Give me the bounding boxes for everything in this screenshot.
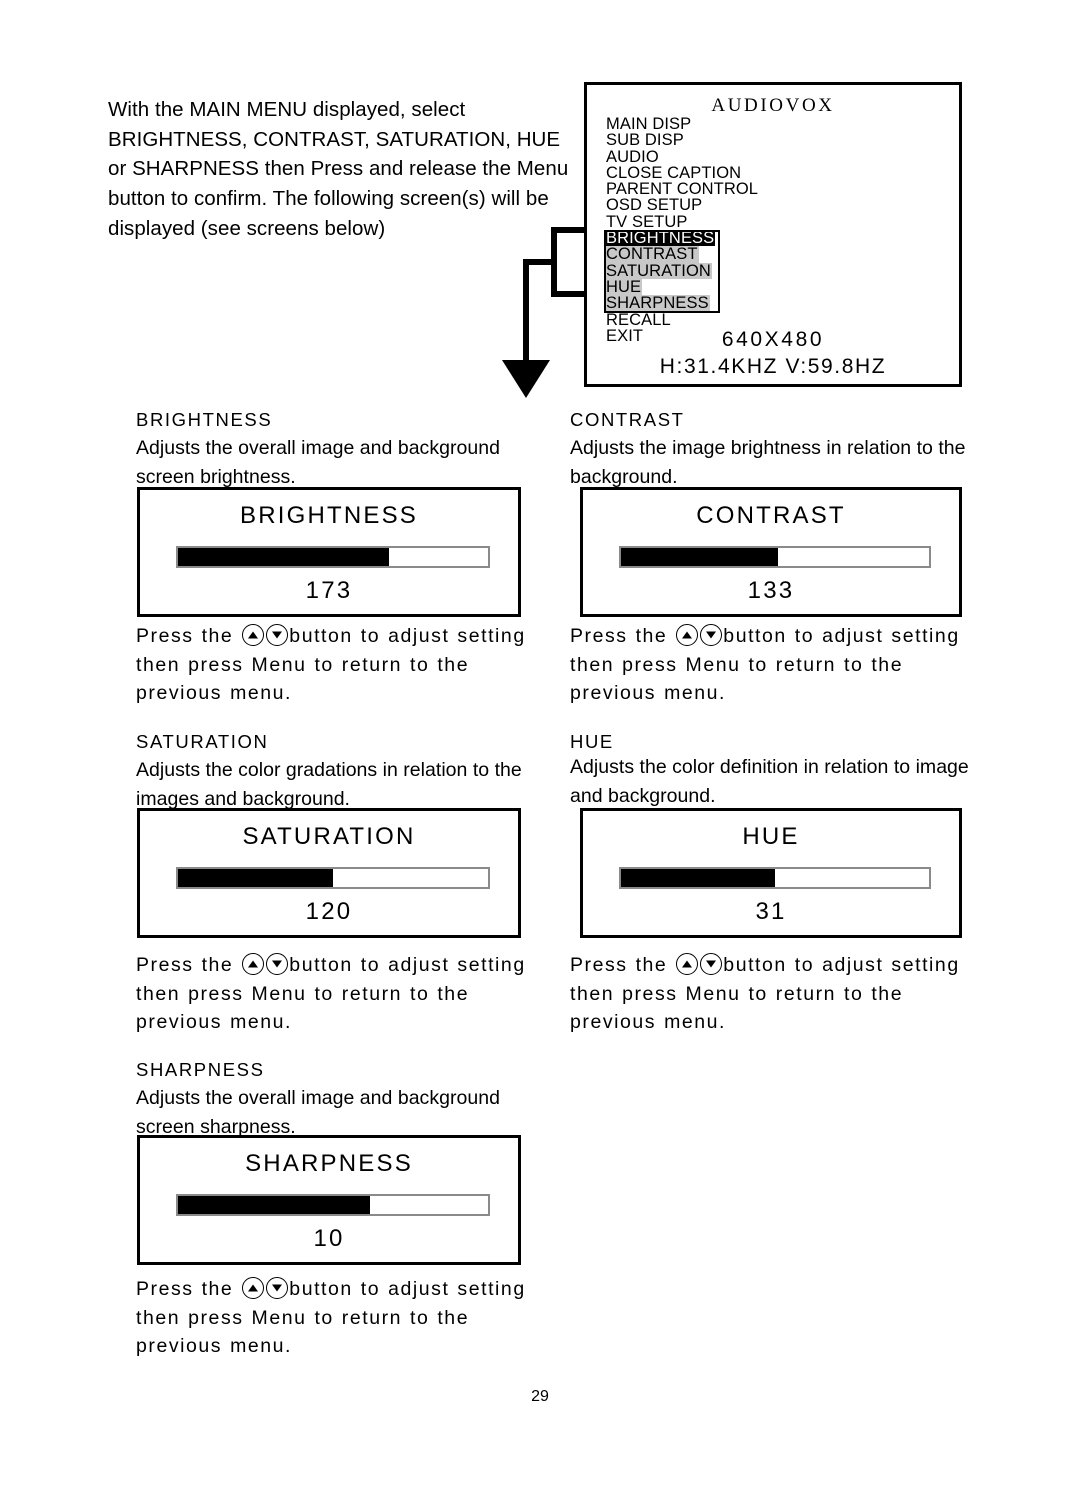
instruction-text-contrast: Press the button to adjust setting then …: [570, 622, 975, 708]
osd-menu-item-osd-setup[interactable]: OSD SETUP: [605, 197, 703, 214]
up-arrow-button-icon[interactable]: [242, 953, 265, 975]
osd-menu-item-audio[interactable]: AUDIO: [605, 148, 660, 165]
value-panel-title-hue: HUE: [742, 823, 800, 850]
osd-resolution-label: 640X480: [721, 328, 825, 351]
section-heading-saturation: SATURATION: [136, 731, 269, 752]
section-heading-brightness: BRIGHTNESS: [136, 409, 273, 430]
osd-menu-item-contrast[interactable]: CONTRAST: [605, 246, 699, 263]
value-panel-contrast: CONTRAST 133: [580, 487, 962, 617]
value-panel-title-sharpness: SHARPNESS: [245, 1150, 413, 1177]
instruction-pre-hue: Press the: [570, 954, 668, 976]
osd-brand-label: AUDIOVOX: [711, 95, 835, 116]
value-bar-fill-sharpness: [177, 1196, 370, 1214]
osd-menu-item-parent-control[interactable]: PARENT CONTROL: [605, 181, 759, 198]
down-arrow-button-icon[interactable]: [700, 624, 723, 646]
osd-frequency-label: H:31.4KHZ V:59.8HZ: [659, 355, 887, 378]
section-description-contrast: Adjusts the image brightness in relation…: [570, 437, 966, 488]
value-bar-track-sharpness[interactable]: [175, 1194, 490, 1216]
value-panel-title-brightness: BRIGHTNESS: [239, 502, 419, 529]
instruction-text-hue: Press the button to adjust setting then …: [570, 951, 975, 1037]
down-arrow-button-icon[interactable]: [266, 624, 289, 646]
down-arrow-button-icon[interactable]: [700, 953, 723, 975]
osd-menu-item-close-caption[interactable]: CLOSE CAPTION: [605, 164, 742, 181]
instruction-pre-sharpness: Press the: [136, 1278, 234, 1300]
instruction-text-saturation: Press the button to adjust setting then …: [136, 951, 546, 1037]
section-description-sharpness: Adjusts the overall image and background…: [136, 1087, 500, 1138]
section-heading-hue: HUE: [570, 731, 614, 752]
instruction-pre-brightness: Press the: [136, 625, 234, 647]
value-readout-brightness: 173: [305, 577, 353, 604]
section-heading-sharpness: SHARPNESS: [136, 1059, 265, 1080]
section-heading-contrast: CONTRAST: [570, 409, 685, 430]
value-panel-sharpness: SHARPNESS 10: [137, 1135, 521, 1265]
down-arrow-button-icon[interactable]: [266, 953, 289, 975]
instruction-pre-saturation: Press the: [136, 954, 234, 976]
instruction-pre-contrast: Press the: [570, 625, 668, 647]
osd-menu-item-tv-setup[interactable]: TV SETUP: [605, 213, 688, 230]
instruction-text-sharpness: Press the button to adjust setting then …: [136, 1275, 546, 1361]
value-readout-contrast: 133: [747, 577, 795, 604]
osd-main-menu-screen: AUDIOVOX MAIN DISP SUB DISP AUDIO CLOSE …: [584, 82, 962, 387]
value-panel-brightness: BRIGHTNESS 173: [137, 487, 521, 617]
section-description-brightness: Adjusts the overall image and background…: [136, 437, 500, 488]
up-arrow-button-icon[interactable]: [676, 624, 699, 646]
page-number: 29: [531, 1388, 549, 1405]
value-bar-fill-contrast: [620, 548, 778, 566]
up-arrow-button-icon[interactable]: [242, 1277, 265, 1299]
section-description-saturation: Adjusts the color gradations in relation…: [136, 759, 522, 810]
value-panel-title-saturation: SATURATION: [242, 823, 416, 850]
down-arrow-button-icon[interactable]: [266, 1277, 289, 1299]
value-panel-saturation: SATURATION 120: [137, 808, 521, 938]
value-bar-fill-brightness: [177, 548, 389, 566]
value-bar-fill-saturation: [177, 869, 333, 887]
up-arrow-button-icon[interactable]: [676, 953, 699, 975]
value-panel-hue: HUE 31: [580, 808, 962, 938]
value-panel-title-contrast: CONTRAST: [696, 502, 846, 529]
section-description-hue: Adjusts the color definition in relation…: [570, 756, 969, 807]
value-readout-sharpness: 10: [313, 1225, 345, 1252]
value-bar-track-saturation[interactable]: [175, 867, 490, 889]
up-arrow-button-icon[interactable]: [242, 624, 265, 646]
osd-menu-item-saturation[interactable]: SATURATION: [605, 262, 712, 279]
osd-menu-item-hue[interactable]: HUE: [605, 279, 643, 295]
osd-menu-item-recall[interactable]: RECALL: [605, 311, 672, 328]
osd-menu-item-sharpness[interactable]: SHARPNESS: [605, 295, 710, 312]
osd-menu-list: MAIN DISP SUB DISP AUDIO CLOSE CAPTION P…: [605, 116, 905, 344]
value-bar-fill-hue: [620, 869, 775, 887]
value-readout-saturation: 120: [305, 898, 353, 925]
osd-menu-item-main-disp[interactable]: MAIN DISP: [605, 116, 692, 133]
value-bar-track-brightness[interactable]: [175, 546, 490, 568]
value-readout-hue: 31: [755, 898, 787, 925]
value-bar-track-hue[interactable]: [618, 867, 931, 889]
value-bar-track-contrast[interactable]: [618, 546, 931, 568]
osd-menu-item-sub-disp[interactable]: SUB DISP: [605, 132, 685, 149]
osd-menu-item-brightness[interactable]: BRIGHTNESS: [605, 230, 716, 246]
instruction-text-brightness: Press the button to adjust setting then …: [136, 622, 546, 708]
